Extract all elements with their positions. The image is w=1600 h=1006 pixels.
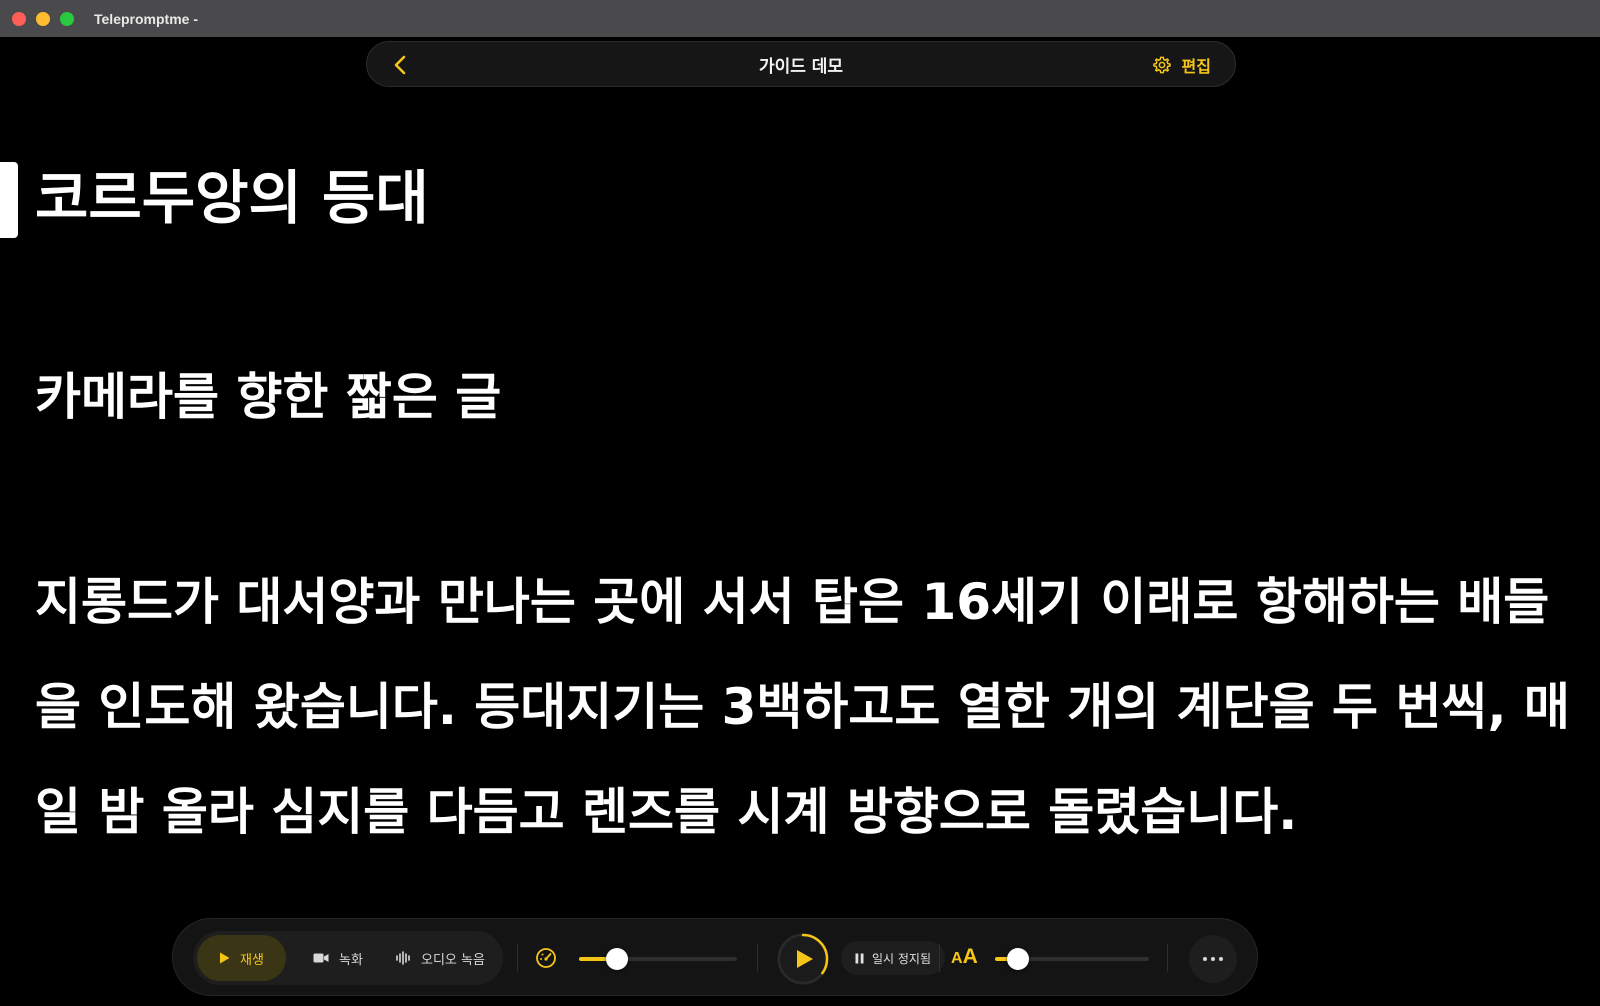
- divider: [517, 944, 518, 972]
- mode-record-label: 녹화: [339, 952, 363, 968]
- mode-record-button[interactable]: 녹화: [291, 935, 385, 981]
- back-button[interactable]: [387, 52, 413, 78]
- top-navigation-bar: 가이드 데모 편집: [366, 41, 1236, 87]
- script-paragraph: 지롱드가 대서양과 만나는 곳에 서서 탑은 16세기 이래로 항해하는 배들을…: [35, 573, 1570, 841]
- playback-progress-ring: [777, 933, 829, 985]
- ellipsis-icon-dot: [1219, 957, 1223, 961]
- playback-status-badge: 일시 정지됨: [841, 941, 946, 975]
- mode-audio-record-button[interactable]: 오디오 녹음: [373, 935, 507, 981]
- window-title: Telepromptme -: [94, 10, 198, 27]
- play-pause-button[interactable]: [777, 933, 829, 985]
- playback-control-bar: 재생 녹화 오디오 녹음 일시 정지됨 AA: [172, 918, 1258, 996]
- ellipsis-icon-dot: [1211, 957, 1215, 961]
- mode-selector: 재생 녹화 오디오 녹음: [193, 931, 503, 985]
- edit-label: 편집: [1181, 57, 1211, 76]
- pause-icon: [855, 953, 864, 963]
- mode-play-button[interactable]: 재생: [197, 935, 286, 981]
- more-options-button[interactable]: [1189, 935, 1237, 983]
- minimize-window-button[interactable]: [36, 11, 50, 26]
- mode-audio-record-label: 오디오 녹음: [421, 952, 485, 968]
- divider: [1167, 944, 1168, 972]
- font-size-icon: AA: [951, 945, 978, 968]
- script-title: 가이드 데모: [758, 56, 844, 77]
- font-size-slider[interactable]: [995, 947, 1149, 971]
- playback-status-label: 일시 정지됨: [872, 951, 932, 966]
- divider: [939, 944, 940, 972]
- scroll-speed-slider[interactable]: [579, 947, 737, 971]
- divider: [757, 944, 758, 972]
- chevron-left-icon: [394, 55, 406, 75]
- reading-position-marker: [0, 162, 18, 238]
- play-icon: [220, 952, 230, 964]
- edit-button[interactable]: 편집: [1152, 52, 1211, 78]
- scroll-speed-button[interactable]: [533, 945, 559, 971]
- slider-thumb[interactable]: [605, 948, 628, 970]
- close-window-button[interactable]: [12, 11, 26, 26]
- window-titlebar: Telepromptme -: [0, 0, 1600, 37]
- speedometer-icon: [536, 948, 556, 968]
- ellipsis-icon-dot: [1203, 957, 1207, 961]
- script-subheading: 카메라를 향한 짧은 글: [35, 368, 502, 426]
- mode-play-label: 재생: [240, 952, 264, 968]
- script-heading: 코르두앙의 등대: [35, 164, 429, 232]
- zoom-window-button[interactable]: [60, 11, 74, 26]
- gear-icon: [1152, 56, 1171, 74]
- video-camera-icon: [313, 953, 329, 963]
- waveform-icon: [396, 951, 410, 965]
- slider-thumb[interactable]: [1007, 948, 1030, 970]
- window-controls: [12, 11, 74, 26]
